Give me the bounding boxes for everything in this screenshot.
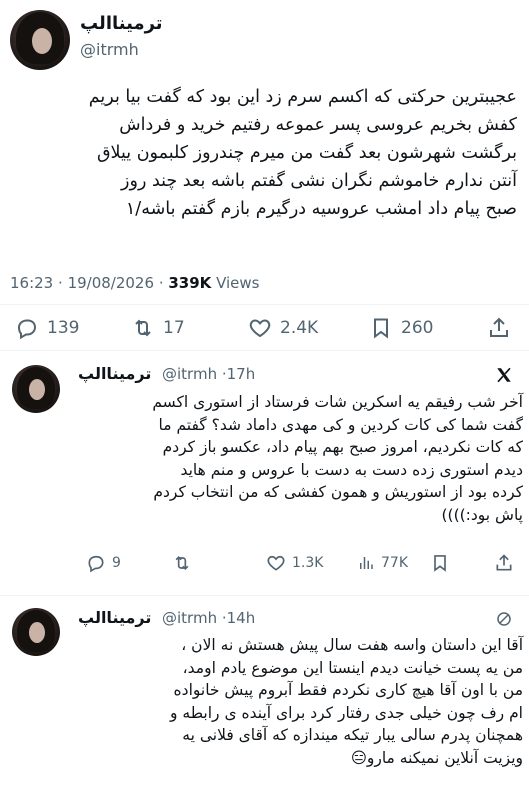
like-button[interactable]: 1.3K: [266, 553, 323, 573]
reply-text-line: ام رف چون خیلی جدی رفتار کرد برای آینده …: [169, 703, 523, 722]
bookmark-count: 260: [401, 318, 434, 338]
like-count: 2.4K: [280, 318, 319, 338]
no-entry-icon[interactable]: [495, 610, 513, 628]
views-bar-chart-icon: [360, 557, 373, 569]
tweet-time[interactable]: 16:23: [10, 274, 53, 292]
reply-text: آقا این داستان واسه هفت سال پیش هستش نه …: [74, 634, 523, 769]
display-name[interactable]: ترمیناالپ: [78, 608, 151, 627]
heart-icon: [267, 555, 285, 571]
avatar[interactable]: [10, 10, 70, 70]
retweet-icon: [135, 319, 151, 337]
reply-text-line: کرده بود از استوریش و همون کفشی که من ان…: [153, 483, 523, 501]
tweet-text: عجیبترین حرکتی که اکسم سرم زد این بود که…: [11, 83, 517, 223]
reply-button[interactable]: 9: [86, 553, 121, 573]
like-button[interactable]: 2.4K: [247, 316, 318, 340]
tweet-meta: 16:23 · 19/08/2026 · 339K Views: [10, 274, 260, 292]
reply-text-line: آخر شب رفیقم یه اسکرین شات فرستاد از است…: [152, 393, 523, 411]
views-count: 339K: [168, 274, 212, 292]
avatar[interactable]: [12, 365, 60, 413]
share-button[interactable]: [494, 553, 514, 573]
retweet-button[interactable]: 17: [130, 316, 185, 340]
reply-count: 9: [112, 555, 121, 571]
views-button[interactable]: 77K: [357, 553, 408, 573]
reply-text: آخر شب رفیقم یه اسکرین شات فرستاد از است…: [74, 391, 523, 526]
handle[interactable]: @itrmh: [80, 40, 139, 59]
divider: [0, 304, 529, 305]
reply-icon: [88, 555, 104, 573]
display-name[interactable]: ترمیناالپ: [78, 364, 151, 383]
heart-icon: [249, 319, 271, 338]
like-count: 1.3K: [292, 555, 324, 571]
tweet-text-line: عجیبترین حرکتی که اکسم سرم زد این بود که…: [88, 87, 517, 107]
reply-text-line: پاش بود:)))): [441, 505, 523, 524]
reply-text-line: من یه پست خیانت دیدم اینستا این موضوع یا…: [182, 658, 523, 677]
handle[interactable]: @itrmh: [162, 365, 217, 383]
tweet-date[interactable]: 19/08/2026: [68, 274, 154, 292]
reply-text-line: دیدم استوری زده دست به دست با عروس و منم…: [180, 460, 523, 479]
time-ago[interactable]: 14h: [227, 609, 256, 627]
display-name[interactable]: ترمیناالپ: [80, 13, 163, 34]
x-logo-icon[interactable]: [495, 366, 513, 384]
reply-meta: @itrmh ·14h: [162, 609, 255, 627]
retweet-icon: [175, 555, 189, 571]
retweet-button[interactable]: [172, 553, 198, 573]
retweet-count: 17: [163, 318, 185, 338]
time-ago[interactable]: 17h: [227, 365, 256, 383]
reply-icon: [17, 319, 37, 340]
bookmark-button[interactable]: [430, 553, 450, 573]
bookmark-icon: [374, 318, 388, 339]
handle[interactable]: @itrmh: [162, 609, 217, 627]
reply-text-line: من با اون آقا هیچ کاری نکردم فقط آبروم پ…: [173, 681, 523, 699]
tweet-text-line: کفش بخریم عروسی پسر عموعه رفتیم خرید و ف…: [119, 115, 517, 135]
reply-text-line: گفت شما کی کات کردین و کی مهدی داماد شد؟…: [158, 415, 523, 434]
reply-text-line: ویزیت آنلاین نمیکنه مارو😑: [350, 748, 523, 767]
reply-meta: @itrmh ·17h: [162, 365, 255, 383]
reply-count: 139: [47, 318, 80, 338]
share-icon: [490, 317, 508, 337]
divider: [0, 595, 529, 596]
views-count: 77K: [381, 555, 408, 571]
meta-dot: ·: [158, 274, 169, 292]
meta-dot: ·: [58, 274, 68, 292]
avatar[interactable]: [12, 608, 60, 656]
views-label: Views: [216, 274, 260, 292]
tweet-text-line: صبح پیام داد امشب عروسیه درگیرم بازم گفت…: [125, 199, 517, 219]
divider: [0, 350, 529, 351]
tweet-text-line: برگشت شهرشون بعد گفت من میرم چندروز کلبم…: [96, 143, 517, 163]
share-icon: [496, 554, 512, 571]
reply-text-line: همچنان پدرم سالی یبار تیکه میندازه که آق…: [182, 726, 523, 744]
reply-text-line: آقا این داستان واسه هفت سال پیش هستش نه …: [181, 636, 523, 654]
reply-text-line: که کات نکردیم، امروز صبح بهم پیام داد، ع…: [162, 438, 523, 456]
bookmark-icon: [434, 555, 446, 572]
share-button[interactable]: [486, 316, 512, 340]
reply-button[interactable]: 139: [14, 316, 79, 340]
tweet-text-line: آنتن ندارم خاموشم نگران نشی گفتم باشه بع…: [121, 171, 517, 191]
bookmark-button[interactable]: 260: [368, 316, 433, 340]
